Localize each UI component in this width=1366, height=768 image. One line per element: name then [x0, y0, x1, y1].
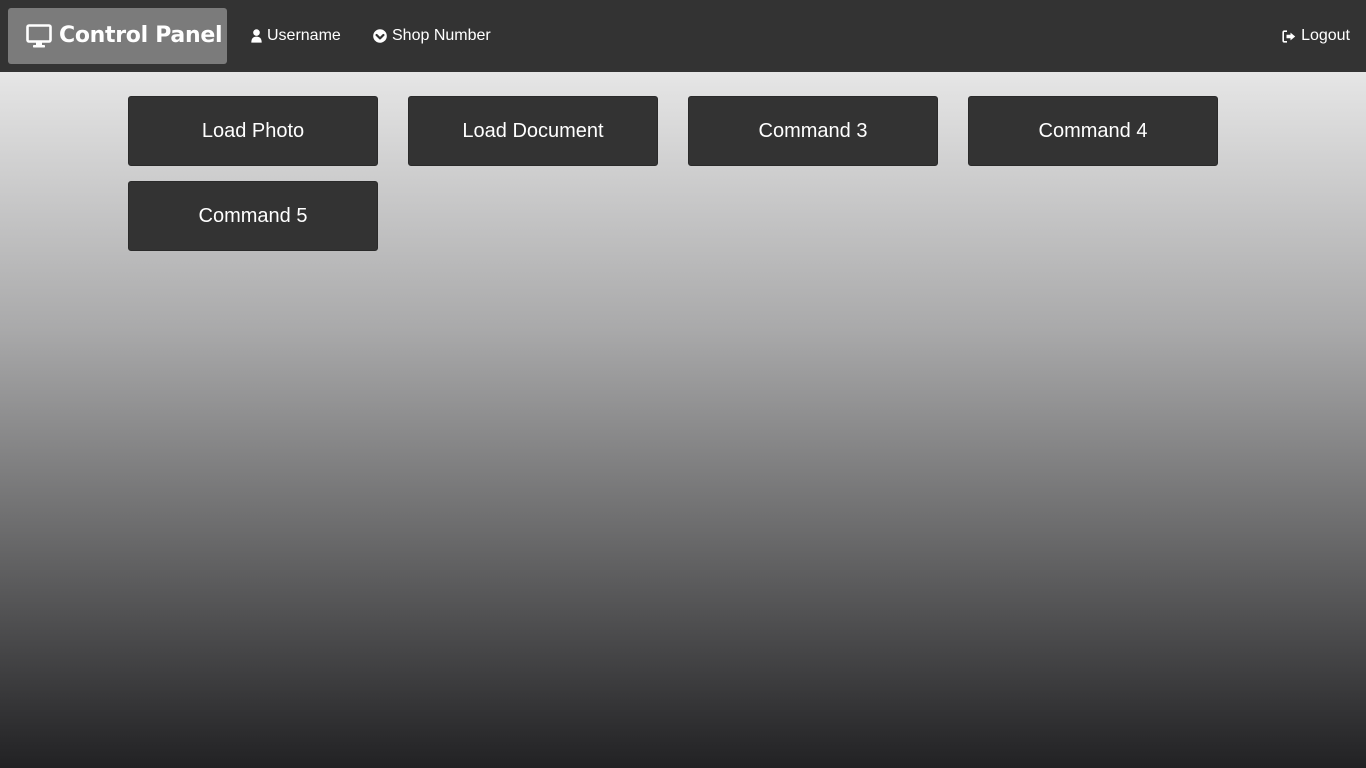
check-circle-icon	[373, 29, 387, 43]
load-document-button[interactable]: Load Document	[408, 96, 658, 166]
brand-control-panel-link[interactable]: Control Panel	[8, 8, 227, 64]
command-3-button[interactable]: Command 3	[688, 96, 938, 166]
sign-out-icon	[1282, 29, 1296, 43]
nav-logout-link[interactable]: Logout	[1282, 24, 1350, 48]
load-photo-button[interactable]: Load Photo	[128, 96, 378, 166]
nav-username-link[interactable]: Username	[251, 24, 341, 48]
nav-username-label: Username	[267, 27, 341, 44]
command-4-button[interactable]: Command 4	[968, 96, 1218, 166]
brand-label: Control Panel	[59, 23, 223, 48]
nav-shop-number-label: Shop Number	[392, 27, 491, 44]
nav-shop-number-link[interactable]: Shop Number	[373, 24, 491, 48]
user-icon	[251, 29, 262, 43]
command-5-button[interactable]: Command 5	[128, 181, 378, 251]
desktop-monitor-icon	[26, 24, 52, 48]
nav-logout-label: Logout	[1301, 27, 1350, 44]
top-navbar: Control Panel Username Shop Number Logou…	[0, 0, 1366, 72]
